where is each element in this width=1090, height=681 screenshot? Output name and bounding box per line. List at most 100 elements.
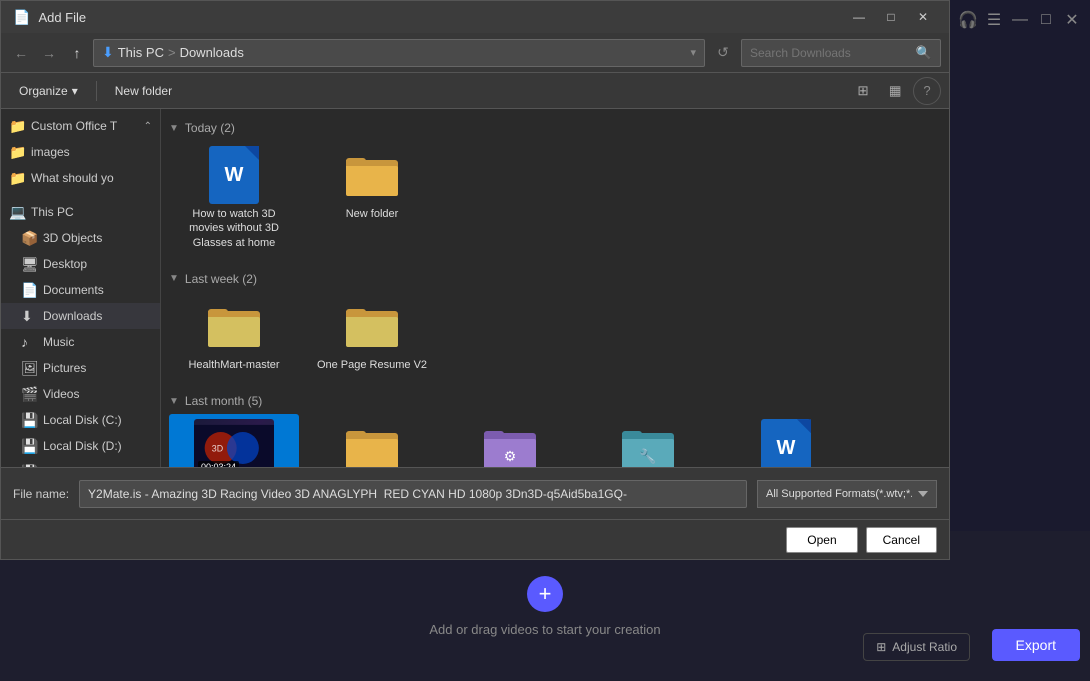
dialog-close-button[interactable]: ✕: [909, 7, 937, 27]
dialog-toolbar: Organize ▾ New folder ⊞ ▦ ?: [1, 73, 949, 109]
file-item-acm[interactable]: W ACM: [721, 414, 851, 467]
sidebar-item-local-e[interactable]: 💾 Local Disk (E:): [1, 459, 160, 467]
file-list: ▼ Today (2) W How to watch 3D movies wit…: [161, 109, 949, 467]
dialog-title-bar: 📄 Add File — □ ✕: [1, 1, 949, 33]
path-dropdown-icon[interactable]: ▾: [690, 46, 696, 59]
organize-label: Organize: [19, 84, 68, 98]
file-item-healthmart[interactable]: HealthMart-master: [169, 292, 299, 378]
minimize-app-icon[interactable]: —: [1010, 6, 1030, 34]
file-item-y2mate[interactable]: 3D 00:03:24 Y2Mate.is - Amazing 3D Racin…: [169, 414, 299, 467]
action-bar: Open Cancel: [1, 519, 949, 559]
folder-thumb-laravel: [346, 427, 398, 467]
local-c-icon: 💾: [21, 412, 37, 429]
open-button[interactable]: Open: [786, 527, 857, 553]
new-folder-button[interactable]: New folder: [105, 80, 182, 102]
search-input[interactable]: [750, 46, 910, 60]
sidebar-item-music[interactable]: ♪ Music: [1, 329, 160, 355]
svg-text:3D: 3D: [212, 444, 223, 454]
sidebar-item-images[interactable]: 📁 images: [1, 139, 160, 165]
group-lastweek-header[interactable]: ▼ Last week (2): [169, 268, 941, 292]
sidebar-label-this-pc: This PC: [31, 205, 152, 219]
folder-thumb-setups: ⚙: [484, 427, 536, 467]
group-lastweek-grid: HealthMart-master One Page Resume V2: [169, 292, 941, 390]
dialog-minimize-button[interactable]: —: [845, 7, 873, 27]
dialog-maximize-button[interactable]: □: [877, 7, 905, 27]
pictures-icon: 🖼: [21, 360, 37, 377]
sidebar-item-videos[interactable]: 🎬 Videos: [1, 381, 160, 407]
folder-thumb-drivers: 🔧: [622, 427, 674, 467]
videos-icon: 🎬: [21, 386, 37, 403]
sidebar-label-documents: Documents: [43, 283, 152, 297]
sidebar-item-local-d[interactable]: 💾 Local Disk (D:): [1, 433, 160, 459]
dialog-title: Add File: [38, 10, 837, 25]
address-path[interactable]: ⬇ This PC > Downloads ▾: [93, 39, 705, 67]
file-name-new-folder: New folder: [346, 207, 399, 221]
group-today-grid: W How to watch 3D movies without 3D Glas…: [169, 141, 941, 268]
sidebar-expand-icon: ⌃: [144, 121, 152, 132]
sidebar-label-downloads: Downloads: [43, 309, 152, 323]
toolbar-separator: [96, 81, 97, 101]
group-today-header[interactable]: ▼ Today (2): [169, 117, 941, 141]
file-item-drivers[interactable]: 🔧 Drivers: [583, 414, 713, 467]
add-video-button[interactable]: +: [527, 576, 563, 612]
group-lastmonth-header[interactable]: ▼ Last month (5): [169, 390, 941, 414]
sidebar-item-custom-office[interactable]: 📁 Custom Office T ⌃: [1, 113, 160, 139]
file-item-laravel[interactable]: laravel-form-master: [307, 414, 437, 467]
sidebar-item-3d-objects[interactable]: 📦 3D Objects: [1, 225, 160, 251]
back-button[interactable]: ←: [9, 41, 33, 65]
sidebar: 📁 Custom Office T ⌃ 📁 images 📁 What shou…: [1, 109, 161, 467]
sidebar-label-custom-office: Custom Office T: [31, 119, 138, 133]
new-folder-label: New folder: [115, 84, 172, 98]
help-button[interactable]: ?: [913, 77, 941, 105]
file-thumb-new-folder: [332, 147, 412, 203]
sidebar-label-music: Music: [43, 335, 152, 349]
cancel-button[interactable]: Cancel: [866, 527, 937, 553]
filename-input[interactable]: [79, 480, 747, 508]
file-item-one-page-resume[interactable]: One Page Resume V2: [307, 292, 437, 378]
up-button[interactable]: ↑: [65, 41, 89, 65]
group-lastweek-label: Last week (2): [185, 272, 257, 286]
file-dialog: 📄 Add File — □ ✕ ← → ↑ ⬇ This PC > Downl…: [0, 0, 950, 560]
this-pc-icon: 💻: [9, 204, 25, 221]
group-today-chevron: ▼: [169, 123, 179, 134]
sidebar-item-desktop[interactable]: 🖥 Desktop: [1, 251, 160, 277]
refresh-button[interactable]: ↺: [709, 39, 737, 67]
file-item-how-to-watch[interactable]: W How to watch 3D movies without 3D Glas…: [169, 141, 299, 256]
music-icon: ♪: [21, 334, 37, 350]
forward-button[interactable]: →: [37, 41, 61, 65]
organize-button[interactable]: Organize ▾: [9, 80, 88, 102]
address-bar: ← → ↑ ⬇ This PC > Downloads ▾ ↺ 🔍: [1, 33, 949, 73]
adjust-ratio-button[interactable]: ⊞ Adjust Ratio: [863, 633, 970, 661]
file-thumb-laravel: [332, 420, 412, 467]
file-item-setups[interactable]: ⚙ Setups: [445, 414, 575, 467]
group-lastweek-chevron: ▼: [169, 273, 179, 284]
video-duration: 00:03:24: [198, 461, 239, 467]
folder-icon: 📁: [9, 118, 25, 135]
view-toggle-button[interactable]: ⊞: [849, 77, 877, 105]
headset-icon[interactable]: 🎧: [958, 6, 978, 34]
file-thumb-acm: W: [746, 420, 826, 467]
close-app-icon[interactable]: ✕: [1062, 6, 1082, 34]
folder-what-icon: 📁: [9, 170, 25, 187]
documents-icon: 📄: [21, 282, 37, 299]
maximize-app-icon[interactable]: □: [1036, 6, 1056, 34]
filetype-select[interactable]: All Supported Formats(*.wtv;*.c All File…: [757, 480, 937, 508]
sidebar-item-pictures[interactable]: 🖼 Pictures: [1, 355, 160, 381]
view-toggle-button-2[interactable]: ▦: [881, 77, 909, 105]
sidebar-item-this-pc[interactable]: 💻 This PC: [1, 199, 160, 225]
folder-thumb-one-page: [346, 305, 398, 347]
file-thumb-drivers: 🔧: [608, 420, 688, 467]
sidebar-item-local-c[interactable]: 💾 Local Disk (C:): [1, 407, 160, 433]
file-item-new-folder[interactable]: New folder: [307, 141, 437, 256]
word-icon: W: [209, 146, 259, 204]
sidebar-label-images: images: [31, 145, 152, 159]
sidebar-item-what-should[interactable]: 📁 What should yo: [1, 165, 160, 191]
title-bar-controls: — □ ✕: [845, 7, 937, 27]
sidebar-item-downloads[interactable]: ⬇ Downloads: [1, 303, 160, 329]
export-button[interactable]: Export: [992, 629, 1080, 661]
file-thumb-y2mate: 3D 00:03:24: [194, 420, 274, 467]
dialog-title-icon: 📄: [13, 9, 30, 26]
sidebar-item-documents[interactable]: 📄 Documents: [1, 277, 160, 303]
menu-icon[interactable]: ☰: [984, 6, 1004, 34]
toolbar-right: ⊞ ▦ ?: [849, 77, 941, 105]
